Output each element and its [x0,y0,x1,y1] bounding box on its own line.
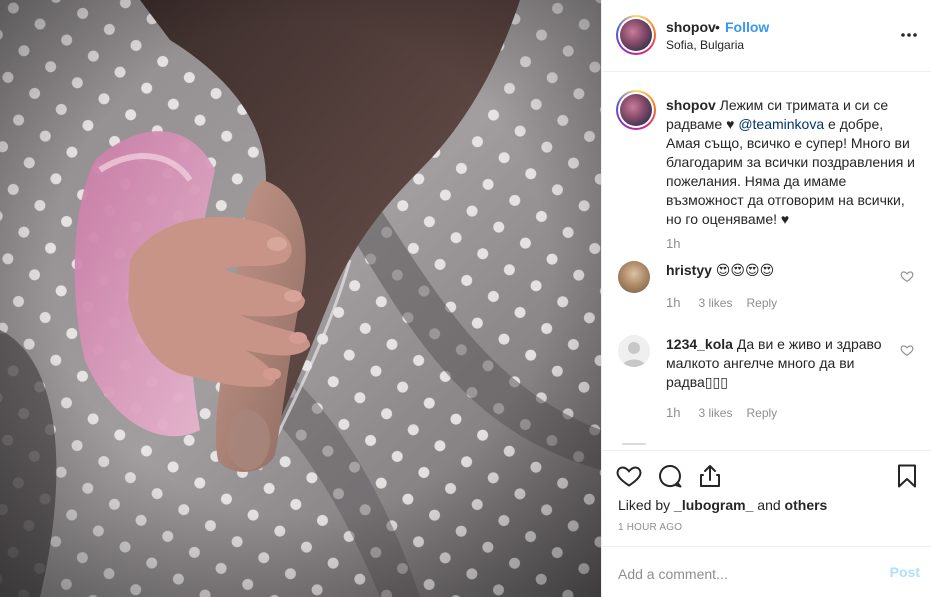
add-comment-input[interactable] [618,564,868,584]
post-actions: Liked by _lubogram_ and others 1 hour ag… [602,450,931,546]
comment-avatar[interactable] [618,261,650,293]
instagram-post: shopov • Follow Sofia, Bulgaria shopov Л… [0,0,931,597]
caption-mention-link[interactable]: @teaminkova [738,116,824,132]
baby-hand-holding-thumb-image [0,0,601,597]
comment-reply-button[interactable]: Reply [746,406,777,420]
comment-meta: 1h 3 likes Reply [666,295,777,310]
more-options-icon[interactable] [900,26,918,44]
caption-text-part-2: е добре, Амая също, всичко е супер! Мног… [666,116,915,227]
comment-meta: 1h 3 likes Reply [666,405,777,420]
comment-text: 😍😍😍😍 [711,262,775,278]
post-comment-button[interactable]: Post [890,564,920,580]
comment-avatar-default[interactable] [618,335,650,367]
author-avatar[interactable] [616,15,656,55]
liked-by-summary: Liked by _lubogram_ and others [618,497,827,513]
caption-timestamp[interactable]: 1h [666,236,680,251]
post-caption: shopov Лежим си тримата и си се радваме … [666,96,916,229]
add-comment-bar: Post [602,546,931,597]
follow-button[interactable]: Follow [725,19,769,35]
post-location[interactable]: Sofia, Bulgaria [666,38,744,52]
caption-author-avatar[interactable] [616,90,656,130]
comment-username[interactable]: 1234_kola [666,336,733,352]
heart-icon[interactable] [616,463,642,489]
author-username[interactable]: shopov [666,19,716,35]
comment-username[interactable]: hristyy [666,262,712,278]
header-separator: • [715,19,720,35]
post-header: shopov • Follow Sofia, Bulgaria [602,0,931,72]
comment-like-heart-icon[interactable] [900,343,914,357]
liked-by-middle: and [753,497,785,513]
post-photo[interactable] [0,0,601,597]
comment-like-heart-icon[interactable] [900,269,914,283]
comments-list[interactable]: shopov Лежим си тримата и си се радваме … [602,73,931,449]
comment-body: hristyy 😍😍😍😍 [666,261,886,280]
post-side-panel: shopov • Follow Sofia, Bulgaria shopov Л… [601,0,931,597]
liked-by-others-link[interactable]: others [785,497,828,513]
comment-body: 1234_kola Да ви е живо и здраво малкото … [666,335,886,392]
next-comment-partial [622,443,646,445]
comment-likes-count[interactable]: 3 likes [698,296,732,310]
bookmark-icon[interactable] [894,463,920,489]
comment-bubble-icon[interactable] [657,463,683,489]
comment-timestamp[interactable]: 1h [666,405,680,420]
comment-likes-count[interactable]: 3 likes [698,406,732,420]
caption-username[interactable]: shopov [666,97,716,113]
comment-reply-button[interactable]: Reply [746,296,777,310]
comment-timestamp[interactable]: 1h [666,295,680,310]
post-timestamp[interactable]: 1 hour ago [618,522,682,533]
liked-by-prefix: Liked by [618,497,675,513]
share-icon[interactable] [697,463,723,489]
liked-by-user-link[interactable]: _lubogram_ [674,497,753,513]
author-avatar-image [620,19,652,51]
caption-author-avatar-image [620,94,652,126]
default-user-icon [618,335,650,367]
